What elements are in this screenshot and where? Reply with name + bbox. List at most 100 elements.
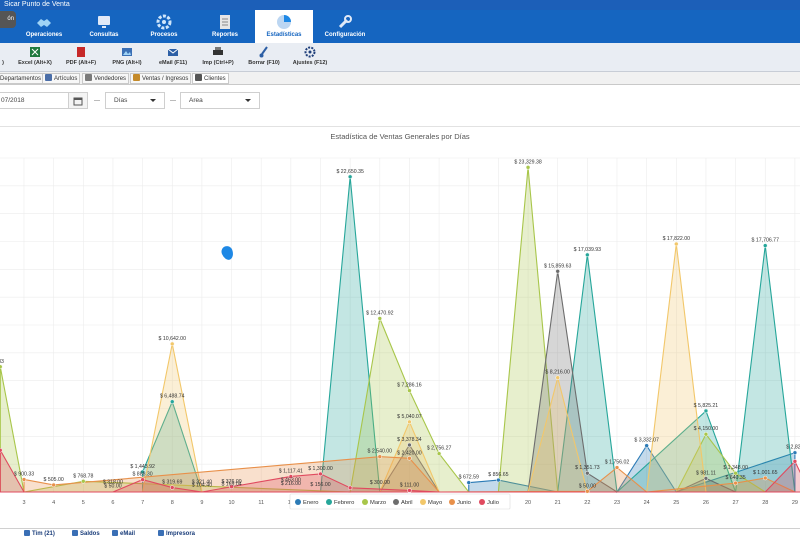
app-menu-button[interactable]: ón: [0, 11, 16, 28]
data-point: [496, 477, 501, 483]
data-label: $ 1,001.65: [753, 470, 778, 476]
data-label: $ 981.11: [696, 470, 716, 476]
ajustes-button[interactable]: Ajustes (F12): [290, 45, 330, 70]
users-icon: [85, 74, 92, 81]
data-label: $ 1,348.00: [723, 465, 748, 471]
chart-title: Estadística de Ventas Generales por Días: [330, 132, 470, 141]
data-point: [140, 477, 145, 482]
status-saldos[interactable]: Saldos: [72, 530, 100, 538]
data-label: $ 640.35: [725, 475, 745, 481]
data-label: $ 169.04: [221, 482, 241, 488]
data-label: $ 2,540.00: [368, 449, 393, 455]
data-point: [407, 456, 412, 461]
status-timbres[interactable]: Tim (21): [24, 530, 55, 538]
excel-button[interactable]: Excel (Alt+X): [16, 45, 54, 70]
data-label: $ 1,117.41: [279, 468, 303, 474]
legend-item-febrero: Febrero: [334, 500, 354, 506]
data-label: $ 1,351.73: [575, 465, 600, 471]
x-tick-label: 28: [762, 500, 768, 506]
png-button[interactable]: PNG (Alt+I): [108, 45, 146, 70]
tab-clientes[interactable]: Clientes: [192, 73, 229, 84]
data-point: [0, 448, 3, 453]
data-point: [377, 454, 383, 459]
legend-swatch: [326, 499, 332, 505]
toolbar: ) Excel (Alt+X) PDF (Alt+F) PNG (Alt+I) …: [0, 43, 800, 72]
tab-operaciones[interactable]: Operaciones: [15, 10, 73, 43]
data-label: $ 50.00: [104, 483, 121, 489]
x-tick-label: 4: [52, 500, 55, 506]
legend-item-junio: Junio: [457, 500, 471, 506]
data-label: $ 50.00: [579, 483, 596, 489]
separator: [94, 100, 100, 101]
data-point: [318, 471, 323, 477]
x-tick-label: 6: [111, 500, 114, 506]
pdf-icon: [77, 47, 85, 57]
chevron-down-icon: [150, 99, 156, 102]
x-tick-label: 22: [584, 500, 590, 506]
legend-swatch: [393, 499, 399, 505]
data-label: $ 300.00: [370, 480, 390, 486]
tab-procesos[interactable]: Procesos: [135, 10, 193, 43]
stamp-icon: [24, 530, 30, 536]
period-select[interactable]: Días: [105, 92, 165, 109]
x-tick-label: 26: [703, 500, 709, 506]
data-point: [170, 485, 175, 490]
data-label: $ 111.00: [400, 482, 420, 488]
window-title: Sicar Punto de Venta: [4, 1, 70, 8]
data-point: [703, 476, 709, 481]
data-label: $ 23,329.38: [514, 159, 542, 165]
data-point: [703, 408, 709, 414]
tab-configuracion[interactable]: Configuración: [315, 10, 375, 43]
legend-box: [289, 493, 511, 510]
tab-departamentos[interactable]: Departamentos: [0, 73, 45, 84]
email-button[interactable]: eMail (F11): [155, 45, 191, 70]
data-label: $ 10,642.00: [159, 336, 187, 342]
tab-vendedores[interactable]: Vendedores: [82, 73, 130, 84]
data-label: $ 156.00: [310, 482, 330, 488]
data-label: $ 216.00: [281, 481, 301, 487]
data-point: [407, 419, 412, 425]
data-label: $ 17,039.93: [574, 247, 602, 253]
data-label: $ 4,150.00: [694, 426, 719, 432]
tab-consultas[interactable]: Consultas: [75, 10, 133, 43]
data-label: $ 2,756.27: [427, 446, 452, 452]
x-tick-label: 23: [614, 500, 620, 506]
x-tick-label: 20: [525, 500, 531, 506]
data-label: $ 17,822.00: [663, 236, 691, 242]
tab-ventas-ingresos[interactable]: Ventas / Ingresos: [130, 73, 192, 84]
data-label: $ 505.00: [44, 477, 64, 483]
data-point: [347, 485, 353, 491]
client-icon: [195, 74, 202, 81]
date-field[interactable]: 07/2018: [0, 92, 70, 109]
calendar-button[interactable]: [68, 92, 88, 109]
status-email[interactable]: eMail: [112, 530, 135, 538]
legend-item-julio: Julio: [487, 500, 499, 506]
tab-articulos[interactable]: Artículos: [42, 73, 81, 84]
data-point: [792, 459, 798, 464]
tab-reportes[interactable]: Reportes: [196, 10, 254, 43]
imp-button[interactable]: Imp (Ctrl+P): [198, 45, 238, 70]
data-label: $ 2,420.00: [397, 450, 422, 456]
status-impresora[interactable]: Impresora: [158, 530, 195, 538]
data-label: $ 22,650.35: [336, 169, 364, 175]
pdf-button[interactable]: PDF (Alt+F): [62, 45, 100, 70]
data-label: $ 888.30: [132, 472, 152, 478]
tab-estadisticas[interactable]: Estadísticas: [255, 10, 313, 43]
data-label: $ 8,216.00: [545, 370, 570, 376]
data-point: [170, 399, 175, 404]
data-label: $ 2,821: [786, 445, 800, 451]
data-label: $ 900.33: [14, 471, 34, 477]
mail-icon: [167, 48, 179, 56]
legend-swatch: [295, 499, 301, 505]
ribbon: ón Operaciones Consultas Procesos Report…: [0, 10, 800, 43]
borrar-button[interactable]: Borrar (F10): [246, 45, 282, 70]
data-point: [792, 450, 798, 455]
data-label: $ 768.78: [73, 473, 93, 479]
print-button[interactable]: ): [0, 45, 6, 70]
legend-swatch: [479, 499, 485, 505]
data-label: $ 7,286.16: [397, 383, 422, 389]
data-label: $ 3,378.34: [397, 437, 422, 443]
data-label: $ 3,332.07: [634, 438, 659, 444]
chart-style-select[interactable]: Area: [180, 92, 260, 109]
legend-swatch: [362, 499, 368, 505]
